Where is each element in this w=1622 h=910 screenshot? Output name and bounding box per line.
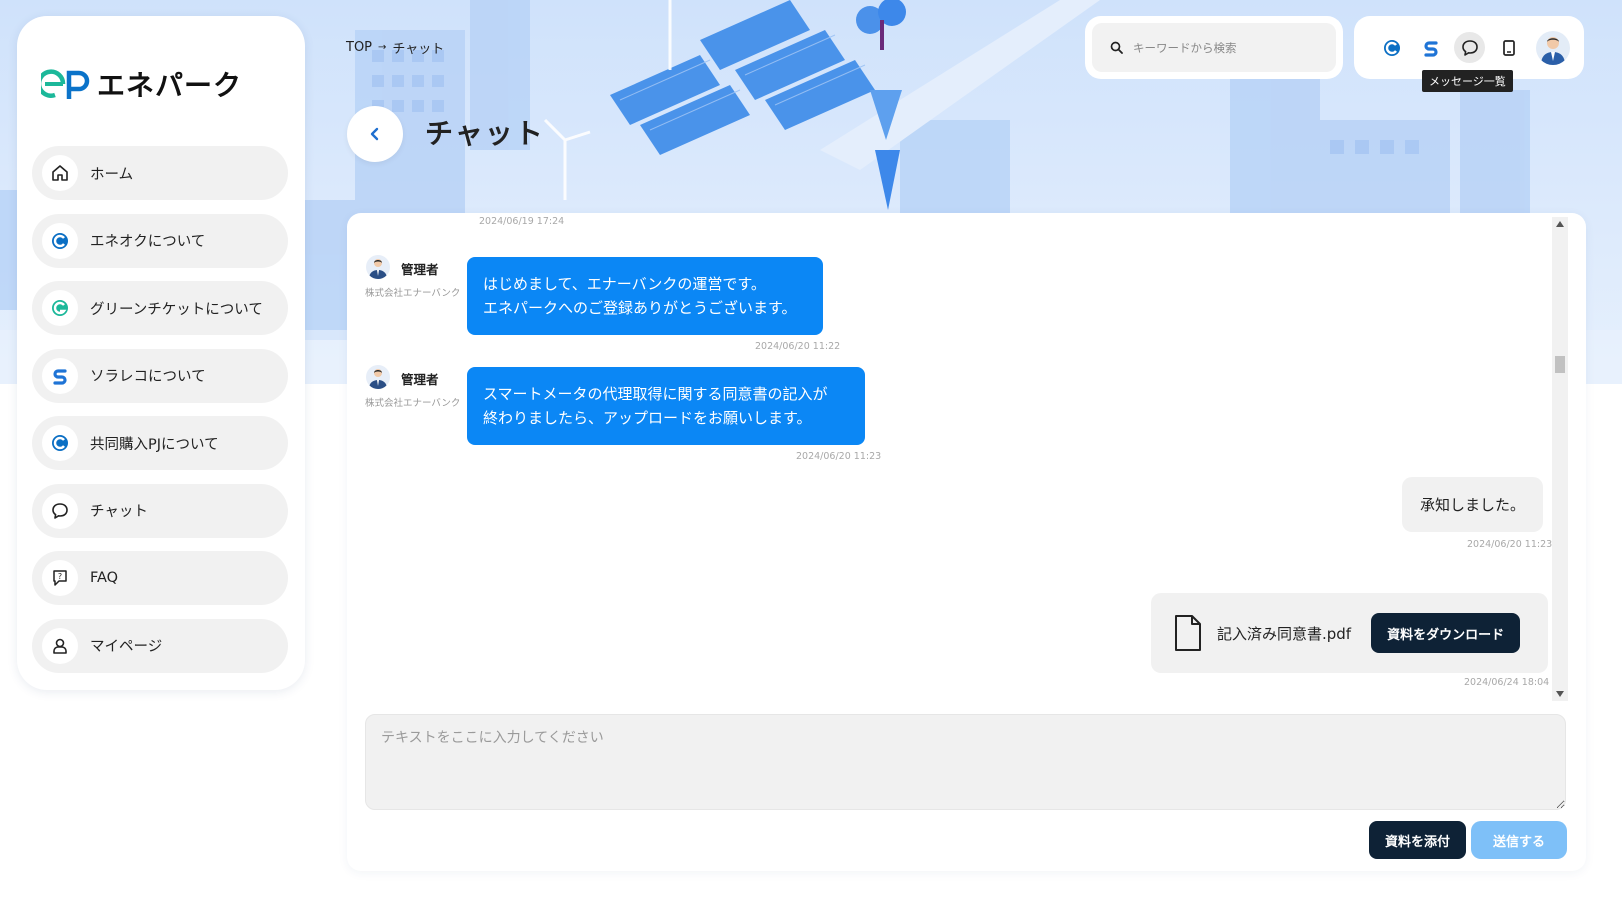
sidebar-item-faq[interactable]: ? FAQ: [32, 551, 288, 605]
message-list: 2024/06/19 17:24 管理者 株式会社エナーバンク はじめまして、エ…: [347, 213, 1562, 700]
admin-avatar: [366, 255, 390, 279]
sidebar-item-eneoku[interactable]: エネオクについて: [32, 213, 288, 268]
chat-icon[interactable]: [1454, 32, 1485, 63]
sidebar-item-chat[interactable]: チャット: [32, 483, 288, 538]
outgoing-message-bubble: 承知しました。: [1402, 477, 1544, 532]
page-title: チャット: [425, 117, 545, 150]
sender-name: 管理者: [401, 262, 439, 277]
outgoing-file-attachment: 記入済み同意書.pdf 資料をダウンロード: [1151, 593, 1548, 673]
chat-icon: [42, 492, 78, 529]
admin-avatar: [366, 365, 390, 389]
sidebar-item-green-ticket[interactable]: グリーンチケットについて: [32, 281, 288, 335]
sidebar-item-label: ホーム: [90, 166, 134, 183]
sidebar-item-home[interactable]: ホーム: [32, 146, 288, 200]
file-icon: [1175, 615, 1201, 651]
scrollbar-thumb[interactable]: [1555, 356, 1565, 373]
breadcrumb-separator: →: [378, 42, 387, 53]
attach-file-button[interactable]: 資料を添付: [1369, 821, 1466, 859]
sidebar-item-label: ソラレコについて: [90, 369, 206, 385]
sidebar-item-label: チャット: [90, 504, 148, 520]
search-input[interactable]: [1133, 40, 1323, 55]
chevron-left-icon: [370, 127, 379, 141]
sidebar-item-label: グリーンチケットについて: [90, 301, 263, 318]
solareco-logo-icon: [42, 357, 78, 394]
message-timestamp: 2024/06/20 11:22: [755, 341, 841, 352]
chat-tooltip: メッセージ一覧: [1422, 70, 1513, 92]
joint-purchase-logo-icon: [42, 425, 78, 461]
brand-name: エネパーク: [97, 69, 243, 102]
sidebar-item-label: 共同購入PJについて: [90, 436, 219, 453]
message-timestamp: 2024/06/20 11:23: [796, 451, 882, 462]
search-box: [1092, 23, 1336, 72]
incoming-message-bubble: はじめまして、エナーバンクの運営です。 エネパークへのご登録ありがとうございます…: [467, 257, 823, 335]
tablet-icon[interactable]: [1493, 32, 1524, 63]
svg-text:?: ?: [58, 572, 62, 581]
green-ticket-logo-icon: [42, 290, 78, 326]
sidebar-item-mypage[interactable]: マイページ: [32, 618, 288, 673]
sidebar-nav: ホーム エネオクについて グリーンチケットについて ソラレコについて 共同購入P…: [32, 146, 288, 686]
breadcrumb-current: チャット: [392, 42, 445, 57]
send-button[interactable]: 送信する: [1471, 821, 1567, 859]
sidebar: エネパーク ホーム エネオクについて グリーンチケットについて ソラレコについて: [17, 16, 305, 690]
avatar[interactable]: [1536, 30, 1570, 65]
back-button[interactable]: [347, 106, 403, 162]
scroll-down-arrow-icon[interactable]: [1552, 687, 1568, 701]
message-timestamp: 2024/06/19 17:24: [479, 216, 565, 227]
download-button[interactable]: 資料をダウンロード: [1371, 613, 1521, 653]
solareco-logo-icon[interactable]: [1415, 32, 1446, 63]
chat-panel: 2024/06/19 17:24 管理者 株式会社エナーバンク はじめまして、エ…: [347, 213, 1586, 871]
header-search: [1085, 16, 1343, 79]
eneoku-logo-icon: [42, 222, 78, 259]
sidebar-item-label: エネオクについて: [90, 234, 206, 250]
sidebar-item-joint-purchase[interactable]: 共同購入PJについて: [32, 416, 288, 470]
message-timestamp: 2024/06/24 18:04: [1464, 677, 1550, 688]
faq-icon: ?: [42, 560, 78, 596]
user-icon: [42, 627, 78, 664]
sidebar-item-label: マイページ: [90, 639, 163, 655]
message-scrollbar[interactable]: [1552, 217, 1568, 701]
ep-logo-icon: [41, 69, 90, 99]
sender-company: 株式会社エナーバンク: [365, 288, 461, 299]
home-icon: [42, 155, 78, 191]
incoming-message-bubble: スマートメータの代理取得に関する同意書の記入が 終わりましたら、アップロードをお…: [467, 367, 865, 445]
file-name: 記入済み同意書.pdf: [1217, 624, 1352, 643]
sidebar-item-label: FAQ: [90, 570, 119, 586]
search-icon: [1110, 41, 1123, 54]
eneoku-logo-icon[interactable]: [1376, 32, 1407, 63]
sender-name: 管理者: [401, 372, 439, 387]
brand-logo[interactable]: エネパーク: [41, 64, 242, 104]
message-timestamp: 2024/06/20 11:23: [1467, 539, 1553, 550]
sidebar-item-solareco[interactable]: ソラレコについて: [32, 348, 288, 403]
sender-company: 株式会社エナーバンク: [365, 398, 461, 409]
scroll-up-arrow-icon[interactable]: [1552, 217, 1568, 231]
message-input[interactable]: [365, 714, 1566, 810]
breadcrumb-home-link[interactable]: TOP: [346, 40, 372, 55]
breadcrumb: TOP → チャット: [346, 38, 444, 57]
